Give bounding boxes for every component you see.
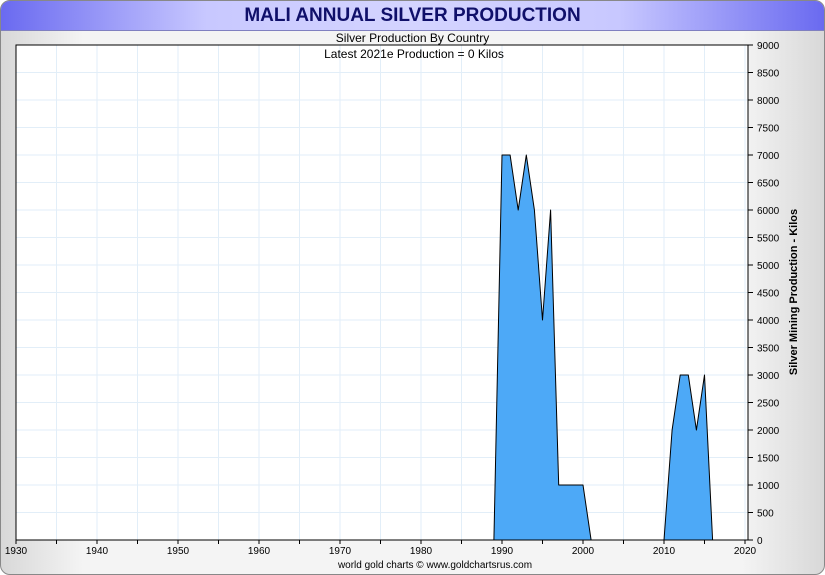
x-tick-label: 2000 bbox=[572, 546, 595, 557]
x-tick-label: 1970 bbox=[329, 546, 352, 557]
y-tick-label: 500 bbox=[757, 509, 774, 520]
y-tick-label: 6000 bbox=[757, 206, 780, 217]
y-tick-label: 5000 bbox=[757, 261, 780, 272]
x-tick-label: 1930 bbox=[5, 546, 28, 557]
y-tick-label: 1500 bbox=[757, 454, 780, 465]
y-tick-label: 1000 bbox=[757, 481, 780, 492]
chart-annotation: Latest 2021e Production = 0 Kilos bbox=[324, 47, 504, 61]
x-tick-label: 1940 bbox=[86, 546, 109, 557]
x-tick-label: 1950 bbox=[167, 546, 190, 557]
y-tick-label: 2000 bbox=[757, 426, 780, 437]
x-tick-label: 2020 bbox=[734, 546, 757, 557]
y-tick-label: 4500 bbox=[757, 289, 780, 300]
y-tick-label: 0 bbox=[757, 536, 763, 547]
y-tick-label: 4000 bbox=[757, 316, 780, 327]
x-tick-label: 1990 bbox=[491, 546, 514, 557]
y-tick-label: 2500 bbox=[757, 399, 780, 410]
y-tick-label: 9000 bbox=[757, 41, 780, 52]
y-tick-label: 5500 bbox=[757, 234, 780, 245]
y-tick-label: 6500 bbox=[757, 179, 780, 190]
y-tick-label: 3000 bbox=[757, 371, 780, 382]
y-tick-label: 7000 bbox=[757, 151, 780, 162]
y-tick-label: 8500 bbox=[757, 69, 780, 80]
y-tick-label: 7500 bbox=[757, 124, 780, 135]
x-tick-label: 1960 bbox=[248, 546, 271, 557]
y-axis-label: Silver Mining Production - Kilos bbox=[788, 209, 800, 375]
x-tick-label: 1980 bbox=[410, 546, 433, 557]
chart-svg: 1930 1940 1950 1960 1970 1980 1990 2000 2010 2020… bbox=[5, 41, 800, 557]
y-tick-label: 3500 bbox=[757, 344, 780, 355]
y-tick-label: 8000 bbox=[757, 96, 780, 107]
x-tick-label: 2010 bbox=[653, 546, 676, 557]
